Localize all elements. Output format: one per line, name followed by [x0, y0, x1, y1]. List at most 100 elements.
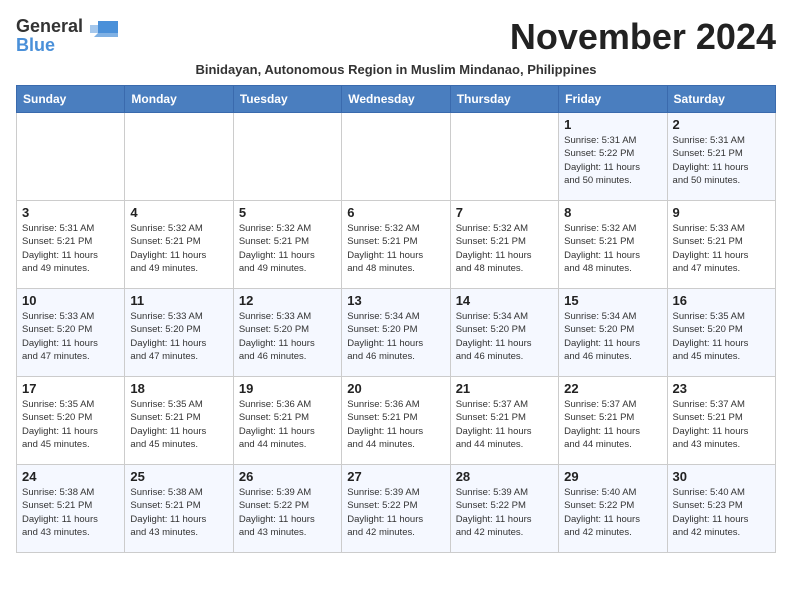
calendar-cell [233, 113, 341, 201]
day-number: 1 [564, 117, 661, 132]
day-number: 16 [673, 293, 770, 308]
day-number: 24 [22, 469, 119, 484]
day-number: 6 [347, 205, 444, 220]
calendar-cell [17, 113, 125, 201]
calendar-cell: 19 Sunrise: 5:36 AM Sunset: 5:21 PM Dayli… [233, 377, 341, 465]
calendar-cell [342, 113, 450, 201]
day-info: Sunrise: 5:37 AM Sunset: 5:21 PM Dayligh… [673, 398, 770, 451]
day-number: 30 [673, 469, 770, 484]
weekday-header-row: SundayMondayTuesdayWednesdayThursdayFrid… [17, 86, 776, 113]
day-number: 26 [239, 469, 336, 484]
day-number: 12 [239, 293, 336, 308]
calendar-cell: 26 Sunrise: 5:39 AM Sunset: 5:22 PM Dayli… [233, 465, 341, 553]
logo: General Blue [16, 16, 118, 56]
calendar-cell: 4Sunrise: 5:32 AM Sunset: 5:21 PM Daylig… [125, 201, 233, 289]
day-info: Sunrise: 5:40 AM Sunset: 5:23 PM Dayligh… [673, 486, 770, 539]
weekday-header-tuesday: Tuesday [233, 86, 341, 113]
day-number: 20 [347, 381, 444, 396]
calendar-cell: 20 Sunrise: 5:36 AM Sunset: 5:21 PM Dayli… [342, 377, 450, 465]
calendar-cell [125, 113, 233, 201]
calendar-cell: 15 Sunrise: 5:34 AM Sunset: 5:20 PM Dayli… [559, 289, 667, 377]
day-number: 15 [564, 293, 661, 308]
calendar-cell: 22 Sunrise: 5:37 AM Sunset: 5:21 PM Dayli… [559, 377, 667, 465]
weekday-header-thursday: Thursday [450, 86, 558, 113]
logo-blue: Blue [16, 35, 55, 56]
day-number: 23 [673, 381, 770, 396]
day-info: Sunrise: 5:38 AM Sunset: 5:21 PM Dayligh… [22, 486, 119, 539]
calendar-cell: 24 Sunrise: 5:38 AM Sunset: 5:21 PM Dayli… [17, 465, 125, 553]
weekday-header-monday: Monday [125, 86, 233, 113]
day-number: 9 [673, 205, 770, 220]
calendar-cell: 14Sunrise: 5:34 AM Sunset: 5:20 PM Dayli… [450, 289, 558, 377]
day-info: Sunrise: 5:35 AM Sunset: 5:20 PM Dayligh… [673, 310, 770, 363]
day-info: Sunrise: 5:37 AM Sunset: 5:21 PM Dayligh… [456, 398, 553, 451]
calendar-cell: 29 Sunrise: 5:40 AM Sunset: 5:22 PM Dayli… [559, 465, 667, 553]
calendar-cell: 3 Sunrise: 5:31 AM Sunset: 5:21 PM Daylig… [17, 201, 125, 289]
calendar-cell: 16 Sunrise: 5:35 AM Sunset: 5:20 PM Dayli… [667, 289, 775, 377]
calendar-cell: 2 Sunrise: 5:31 AM Sunset: 5:21 PM Daylig… [667, 113, 775, 201]
day-number: 17 [22, 381, 119, 396]
page-header: General Blue November 2024 [16, 16, 776, 58]
day-info: Sunrise: 5:34 AM Sunset: 5:20 PM Dayligh… [564, 310, 661, 363]
calendar-cell: 9 Sunrise: 5:33 AM Sunset: 5:21 PM Daylig… [667, 201, 775, 289]
weekday-header-saturday: Saturday [667, 86, 775, 113]
day-info: Sunrise: 5:33 AM Sunset: 5:21 PM Dayligh… [673, 222, 770, 275]
day-number: 8 [564, 205, 661, 220]
day-info: Sunrise: 5:31 AM Sunset: 5:21 PM Dayligh… [673, 134, 770, 187]
day-info: Sunrise: 5:31 AM Sunset: 5:21 PM Dayligh… [22, 222, 119, 275]
calendar-cell: 28 Sunrise: 5:39 AM Sunset: 5:22 PM Dayli… [450, 465, 558, 553]
weekday-header-wednesday: Wednesday [342, 86, 450, 113]
day-number: 29 [564, 469, 661, 484]
day-info: Sunrise: 5:32 AM Sunset: 5:21 PM Dayligh… [239, 222, 336, 275]
day-number: 27 [347, 469, 444, 484]
day-info: Sunrise: 5:40 AM Sunset: 5:22 PM Dayligh… [564, 486, 661, 539]
day-info: Sunrise: 5:35 AM Sunset: 5:20 PM Dayligh… [22, 398, 119, 451]
day-info: Sunrise: 5:39 AM Sunset: 5:22 PM Dayligh… [456, 486, 553, 539]
calendar-table: SundayMondayTuesdayWednesdayThursdayFrid… [16, 85, 776, 553]
day-number: 22 [564, 381, 661, 396]
day-number: 2 [673, 117, 770, 132]
day-number: 13 [347, 293, 444, 308]
day-info: Sunrise: 5:32 AM Sunset: 5:21 PM Dayligh… [130, 222, 227, 275]
weekday-header-friday: Friday [559, 86, 667, 113]
day-number: 7 [456, 205, 553, 220]
day-info: Sunrise: 5:39 AM Sunset: 5:22 PM Dayligh… [347, 486, 444, 539]
day-info: Sunrise: 5:32 AM Sunset: 5:21 PM Dayligh… [564, 222, 661, 275]
day-number: 21 [456, 381, 553, 396]
day-number: 25 [130, 469, 227, 484]
day-info: Sunrise: 5:36 AM Sunset: 5:21 PM Dayligh… [239, 398, 336, 451]
calendar-week-5: 24 Sunrise: 5:38 AM Sunset: 5:21 PM Dayli… [17, 465, 776, 553]
calendar-cell: 5 Sunrise: 5:32 AM Sunset: 5:21 PM Daylig… [233, 201, 341, 289]
day-info: Sunrise: 5:37 AM Sunset: 5:21 PM Dayligh… [564, 398, 661, 451]
day-number: 19 [239, 381, 336, 396]
calendar-cell: 8 Sunrise: 5:32 AM Sunset: 5:21 PM Daylig… [559, 201, 667, 289]
weekday-header-sunday: Sunday [17, 86, 125, 113]
day-info: Sunrise: 5:35 AM Sunset: 5:21 PM Dayligh… [130, 398, 227, 451]
calendar-subtitle: Binidayan, Autonomous Region in Muslim M… [16, 62, 776, 77]
calendar-cell: 21 Sunrise: 5:37 AM Sunset: 5:21 PM Dayli… [450, 377, 558, 465]
day-number: 10 [22, 293, 119, 308]
logo-text: General [16, 16, 118, 37]
day-info: Sunrise: 5:39 AM Sunset: 5:22 PM Dayligh… [239, 486, 336, 539]
calendar-cell: 27 Sunrise: 5:39 AM Sunset: 5:22 PM Dayli… [342, 465, 450, 553]
calendar-week-4: 17 Sunrise: 5:35 AM Sunset: 5:20 PM Dayli… [17, 377, 776, 465]
calendar-cell: 25Sunrise: 5:38 AM Sunset: 5:21 PM Dayli… [125, 465, 233, 553]
day-info: Sunrise: 5:34 AM Sunset: 5:20 PM Dayligh… [456, 310, 553, 363]
day-info: Sunrise: 5:36 AM Sunset: 5:21 PM Dayligh… [347, 398, 444, 451]
day-number: 3 [22, 205, 119, 220]
calendar-week-1: 1Sunrise: 5:31 AM Sunset: 5:22 PM Daylig… [17, 113, 776, 201]
calendar-cell: 30 Sunrise: 5:40 AM Sunset: 5:23 PM Dayli… [667, 465, 775, 553]
day-info: Sunrise: 5:32 AM Sunset: 5:21 PM Dayligh… [456, 222, 553, 275]
calendar-cell: 18 Sunrise: 5:35 AM Sunset: 5:21 PM Dayli… [125, 377, 233, 465]
calendar-cell [450, 113, 558, 201]
day-number: 18 [130, 381, 227, 396]
day-number: 28 [456, 469, 553, 484]
calendar-cell: 12Sunrise: 5:33 AM Sunset: 5:20 PM Dayli… [233, 289, 341, 377]
calendar-week-3: 10 Sunrise: 5:33 AM Sunset: 5:20 PM Dayli… [17, 289, 776, 377]
calendar-week-2: 3 Sunrise: 5:31 AM Sunset: 5:21 PM Daylig… [17, 201, 776, 289]
day-info: Sunrise: 5:34 AM Sunset: 5:20 PM Dayligh… [347, 310, 444, 363]
day-info: Sunrise: 5:33 AM Sunset: 5:20 PM Dayligh… [130, 310, 227, 363]
calendar-cell: 10Sunrise: 5:33 AM Sunset: 5:20 PM Dayli… [17, 289, 125, 377]
calendar-cell: 17 Sunrise: 5:35 AM Sunset: 5:20 PM Dayli… [17, 377, 125, 465]
day-number: 5 [239, 205, 336, 220]
